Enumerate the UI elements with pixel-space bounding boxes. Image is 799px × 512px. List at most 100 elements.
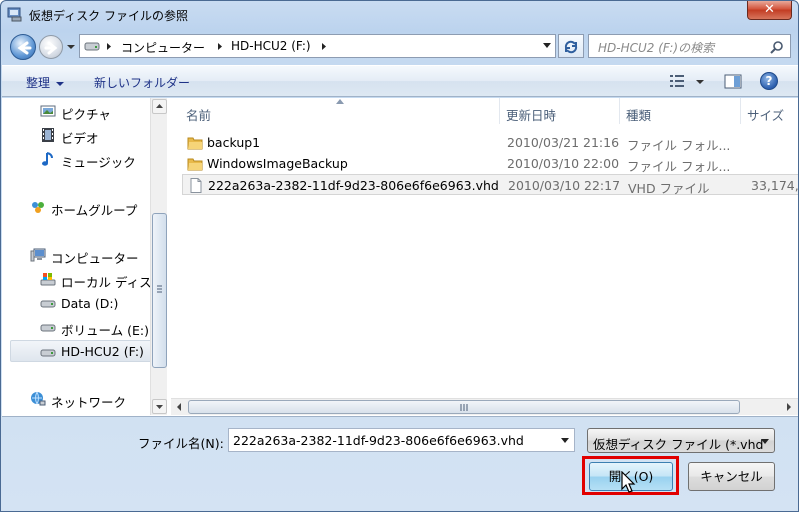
search-icon[interactable] (770, 40, 784, 54)
column-header-label: 種類 (626, 108, 652, 123)
file-horizontal-scrollbar[interactable] (171, 398, 798, 415)
breadcrumb-arrow-icon[interactable] (321, 42, 327, 51)
drive-icon (40, 300, 56, 308)
navigation-pane: ピクチャ ビデオ ミュージック ホームグループ コンピューター ローカル ディス… (10, 98, 150, 415)
forward-button[interactable] (39, 35, 63, 59)
filename-dropdown-icon[interactable] (561, 438, 569, 443)
homegroup-icon (32, 202, 44, 213)
back-arrow-icon (17, 41, 32, 55)
chevron-down-icon (761, 439, 769, 444)
filename-label: ファイル名(N): (138, 436, 224, 451)
local-disk-icon (40, 273, 56, 286)
help-icon[interactable]: ? (760, 72, 778, 90)
file-name: backup1 (207, 135, 261, 150)
forward-arrow-icon (44, 41, 58, 55)
nav-item-local-disk[interactable]: ローカル ディスク (10, 268, 150, 290)
nav-item-volume-e[interactable]: ボリューム (E:) (10, 316, 150, 338)
column-header-label: サイズ (747, 108, 785, 123)
refresh-button[interactable] (558, 34, 584, 58)
column-header-type[interactable]: 種類 (620, 98, 740, 124)
scroll-right-icon[interactable] (783, 401, 795, 413)
view-options-icon[interactable] (669, 74, 685, 88)
nav-item-label: HD-HCU2 (F:) (61, 344, 144, 359)
nav-item-label: ボリューム (E:) (61, 323, 149, 338)
nav-item-label: ネットワーク (51, 395, 127, 410)
pictures-icon (40, 105, 56, 117)
file-type: VHD ファイル (628, 181, 710, 196)
content-area: ピクチャ ビデオ ミュージック ホームグループ コンピューター ローカル ディス… (2, 98, 798, 417)
file-type: ファイル フォル... (627, 159, 731, 174)
nav-item-pictures[interactable]: ピクチャ (10, 100, 150, 122)
nav-item-label: ビデオ (61, 131, 99, 146)
title-bar: 仮想ディスク ファイルの参照 ✕ (1, 1, 798, 29)
column-header-name[interactable]: 名前 (171, 98, 499, 124)
address-dropdown-icon[interactable] (543, 43, 551, 49)
video-icon (42, 128, 54, 142)
cancel-button[interactable]: キャンセル (688, 462, 775, 491)
file-row-selected[interactable]: 222a263a-2382-11df-9d23-806e6f6e6963.vhd… (182, 174, 798, 196)
scroll-left-icon[interactable] (173, 401, 185, 413)
filetype-select[interactable]: 仮想ディスク ファイル (*.vhd (587, 428, 775, 453)
folder-icon (187, 158, 203, 171)
breadcrumb-drive[interactable]: HD-HCU2 (F:) (231, 39, 311, 53)
nav-item-data-d[interactable]: Data (D:) (10, 292, 150, 314)
nav-item-label: ローカル ディスク (61, 275, 150, 290)
file-name: WindowsImageBackup (207, 156, 348, 171)
recent-pages-dropdown-icon[interactable] (66, 43, 76, 51)
back-button[interactable] (10, 34, 36, 60)
network-icon (31, 391, 46, 406)
file-name: 222a263a-2382-11df-9d23-806e6f6e6963.vhd (208, 178, 499, 193)
file-icon (190, 178, 202, 193)
drive-icon (40, 349, 56, 357)
view-dropdown-icon[interactable] (696, 80, 704, 84)
refresh-icon (564, 40, 578, 54)
mouse-cursor-icon (621, 471, 636, 493)
file-row[interactable]: WindowsImageBackup 2010/03/10 22:00 ファイル… (182, 153, 798, 174)
organize-label: 整理 (26, 76, 51, 90)
scroll-up-button[interactable] (152, 99, 167, 114)
search-input[interactable]: HD-HCU2 (F:)の検索 (588, 34, 791, 58)
nav-item-label: ミュージック (61, 155, 136, 170)
command-toolbar: 整理 新しいフォルダー ? (2, 65, 798, 97)
file-date: 2010/03/21 21:16 (507, 135, 620, 150)
folder-icon (187, 137, 203, 150)
breadcrumb-computer[interactable]: コンピューター (121, 39, 205, 56)
column-header-date[interactable]: 更新日時 (500, 98, 619, 124)
close-button[interactable]: ✕ (747, 1, 792, 20)
computer-icon (30, 248, 46, 262)
nav-item-label: コンピューター (51, 251, 139, 266)
filename-input[interactable]: 222a263a-2382-11df-9d23-806e6f6e6963.vhd (228, 428, 575, 452)
chevron-down-icon (156, 405, 163, 409)
preview-pane-icon[interactable] (724, 74, 742, 89)
nav-vertical-scrollbar[interactable] (150, 98, 167, 415)
grip-icon (157, 285, 162, 293)
grip-icon (460, 404, 468, 411)
nav-item-homegroup[interactable]: ホームグループ (10, 196, 150, 218)
chevron-up-icon (156, 104, 163, 108)
file-date: 2010/03/10 22:00 (507, 156, 620, 171)
music-icon (42, 152, 53, 166)
nav-item-music[interactable]: ミュージック (10, 148, 150, 170)
address-bar[interactable]: コンピューター HD-HCU2 (F:) (79, 34, 556, 58)
breadcrumb-arrow-icon[interactable] (106, 42, 112, 51)
nav-item-hd-hcu2-f[interactable]: HD-HCU2 (F:) (10, 340, 150, 362)
organize-menu[interactable]: 整理 (26, 74, 65, 91)
breadcrumb-arrow-icon[interactable] (217, 42, 223, 51)
file-date: 2010/03/10 22:17 (508, 178, 621, 193)
scroll-thumb[interactable] (152, 213, 167, 368)
new-folder-button[interactable]: 新しいフォルダー (94, 74, 190, 91)
nav-item-network[interactable]: ネットワーク (10, 388, 150, 410)
nav-item-computer[interactable]: コンピューター (10, 244, 150, 266)
file-browse-dialog: 仮想ディスク ファイルの参照 ✕ コンピューター HD-HCU2 (F:) HD… (0, 0, 799, 512)
column-header-size[interactable]: サイズ (741, 98, 798, 124)
drive-icon (40, 324, 56, 332)
filename-value: 222a263a-2382-11df-9d23-806e6f6e6963.vhd (233, 433, 524, 448)
drive-icon (84, 42, 100, 51)
scroll-down-button[interactable] (152, 399, 167, 414)
file-list-pane: 名前 更新日時 種類 サイズ backup1 2010/03/21 21:16 … (171, 98, 798, 415)
nav-item-video[interactable]: ビデオ (10, 124, 150, 146)
disk-image-icon (7, 7, 22, 22)
file-row[interactable]: backup1 2010/03/21 21:16 ファイル フォル... (182, 132, 798, 153)
column-header-label: 名前 (186, 108, 212, 123)
scroll-thumb[interactable] (188, 400, 740, 414)
